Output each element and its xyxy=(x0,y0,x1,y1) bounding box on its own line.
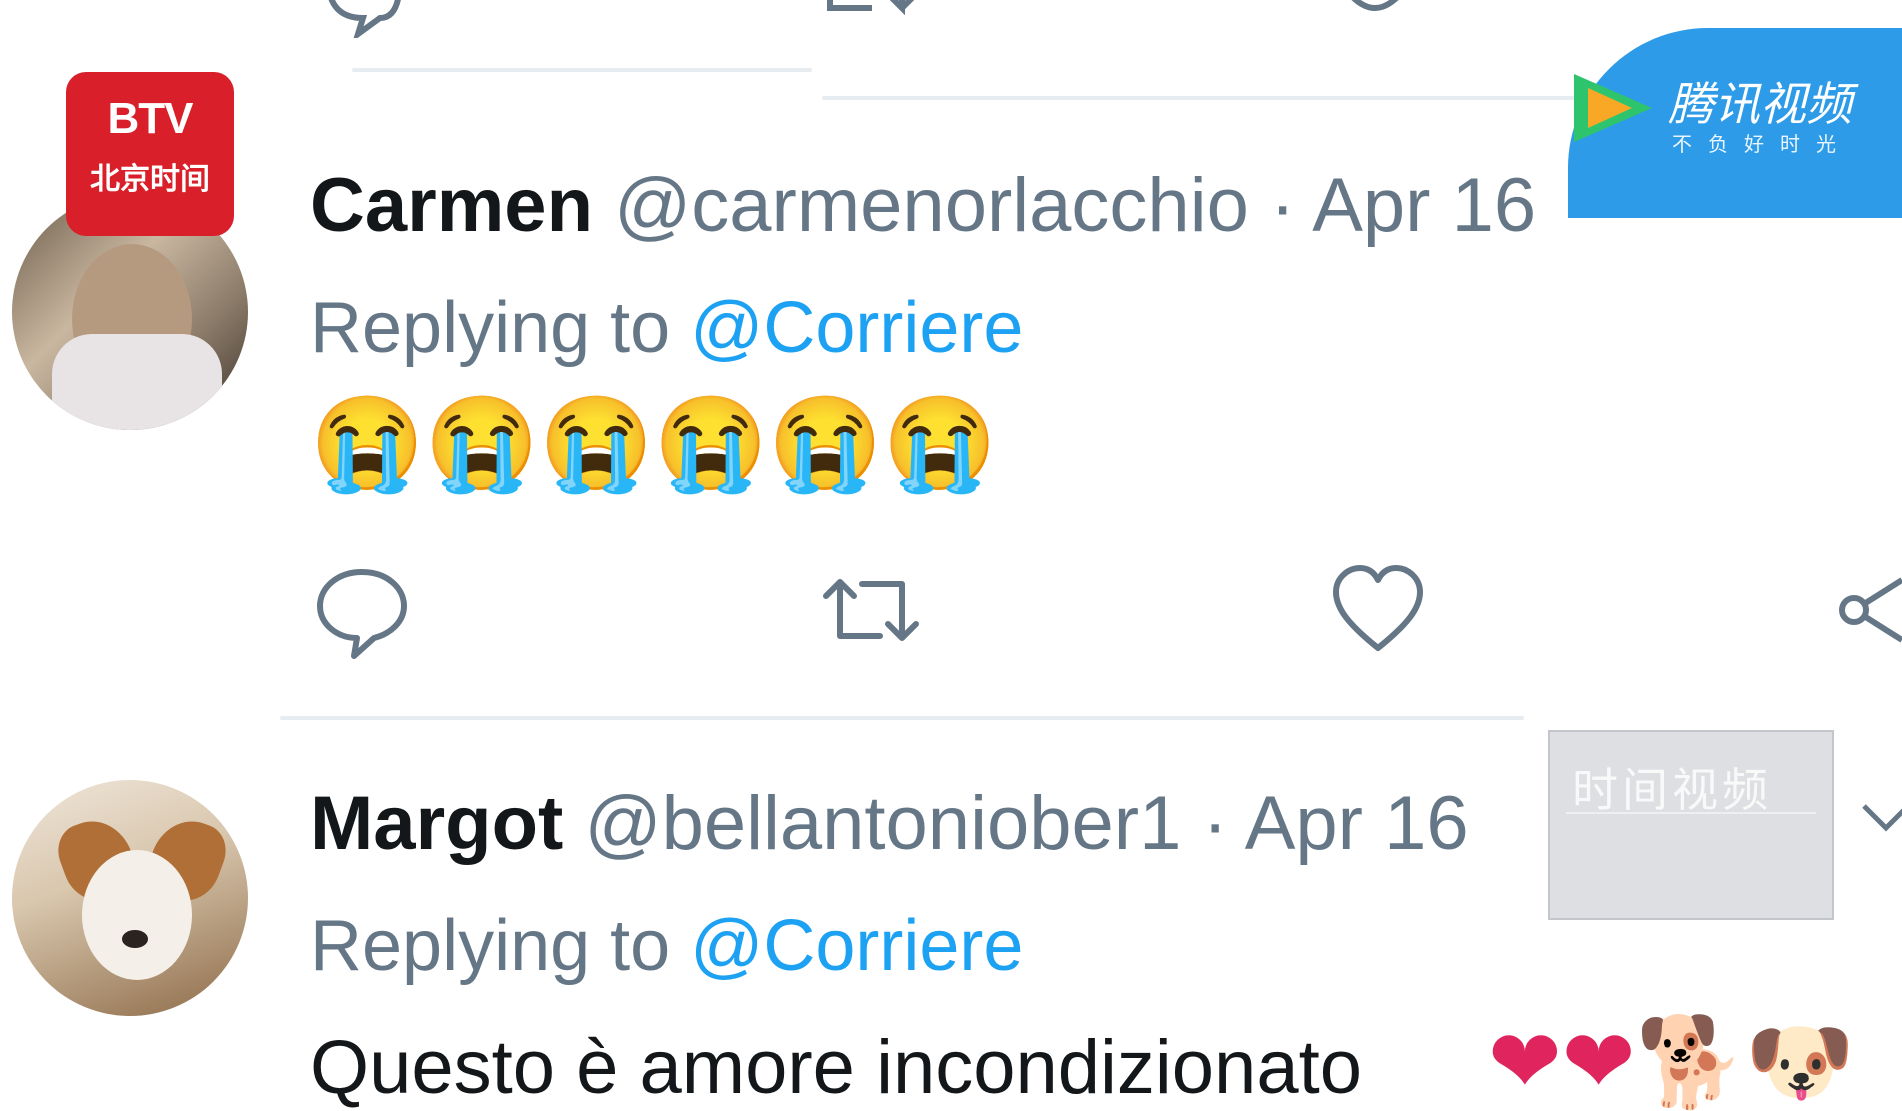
display-name[interactable]: Carmen xyxy=(310,163,593,248)
tweet-date[interactable]: Apr 16 xyxy=(1312,163,1536,248)
divider xyxy=(822,96,1582,100)
user-handle[interactable]: @bellantoniober1 xyxy=(584,781,1181,866)
user-handle[interactable]: @carmenorlacchio xyxy=(614,163,1249,248)
tencent-video-watermark: 腾讯视频 不负好时光 xyxy=(1568,28,1902,218)
separator-dot: · xyxy=(1269,163,1296,248)
tweet-text: Questo è amore incondizionato xyxy=(310,1025,1362,1110)
tencent-title: 腾讯视频 xyxy=(1668,78,1852,130)
btv-watermark: BTV 北京时间 xyxy=(66,72,234,236)
tweet-header: Margot @bellantoniober1 · Apr 16 xyxy=(310,786,1469,862)
like-icon[interactable] xyxy=(1328,560,1428,660)
tweet-header: Carmen @carmenorlacchio · Apr 16 xyxy=(310,168,1536,244)
reply-icon[interactable] xyxy=(318,0,408,38)
like-icon[interactable] xyxy=(1330,0,1420,38)
chevron-down-icon[interactable] xyxy=(1858,796,1902,836)
avatar[interactable] xyxy=(12,780,248,1016)
btv-subtitle: 北京时间 xyxy=(90,163,210,196)
tencent-slogan: 不负好时光 xyxy=(1672,134,1852,156)
time-video-watermark: 时间视频 xyxy=(1548,730,1834,920)
replying-to-label: Replying to xyxy=(310,288,671,368)
retweet-icon[interactable] xyxy=(822,0,932,38)
tweet-content: 😭😭😭😭😭😭 xyxy=(310,398,997,490)
play-logo-icon xyxy=(1574,74,1652,142)
replying-to-label: Replying to xyxy=(310,906,671,986)
retweet-icon[interactable] xyxy=(816,560,926,660)
divider xyxy=(352,68,812,72)
reply-icon[interactable] xyxy=(312,560,412,660)
share-icon[interactable] xyxy=(1836,560,1902,660)
time-video-title: 时间视频 xyxy=(1572,764,1772,816)
btv-logo: BTV xyxy=(107,94,194,143)
mention-link[interactable]: @Corriere xyxy=(690,288,1023,368)
tweet-text: 😭😭😭😭😭😭 xyxy=(310,393,998,495)
replying-to-line: Replying to @Corriere xyxy=(310,292,1023,364)
tweet-emojis: ❤❤🐕🐶 xyxy=(1488,1012,1855,1111)
tweet-divider xyxy=(280,716,1524,720)
previous-tweet-actions xyxy=(0,0,1902,38)
separator-dot: · xyxy=(1202,781,1228,866)
tweet-actions xyxy=(0,560,1902,660)
mention-link[interactable]: @Corriere xyxy=(690,906,1023,986)
display-name[interactable]: Margot xyxy=(310,781,563,866)
replying-to-line: Replying to @Corriere xyxy=(310,910,1023,982)
tweet-date[interactable]: Apr 16 xyxy=(1245,781,1469,866)
